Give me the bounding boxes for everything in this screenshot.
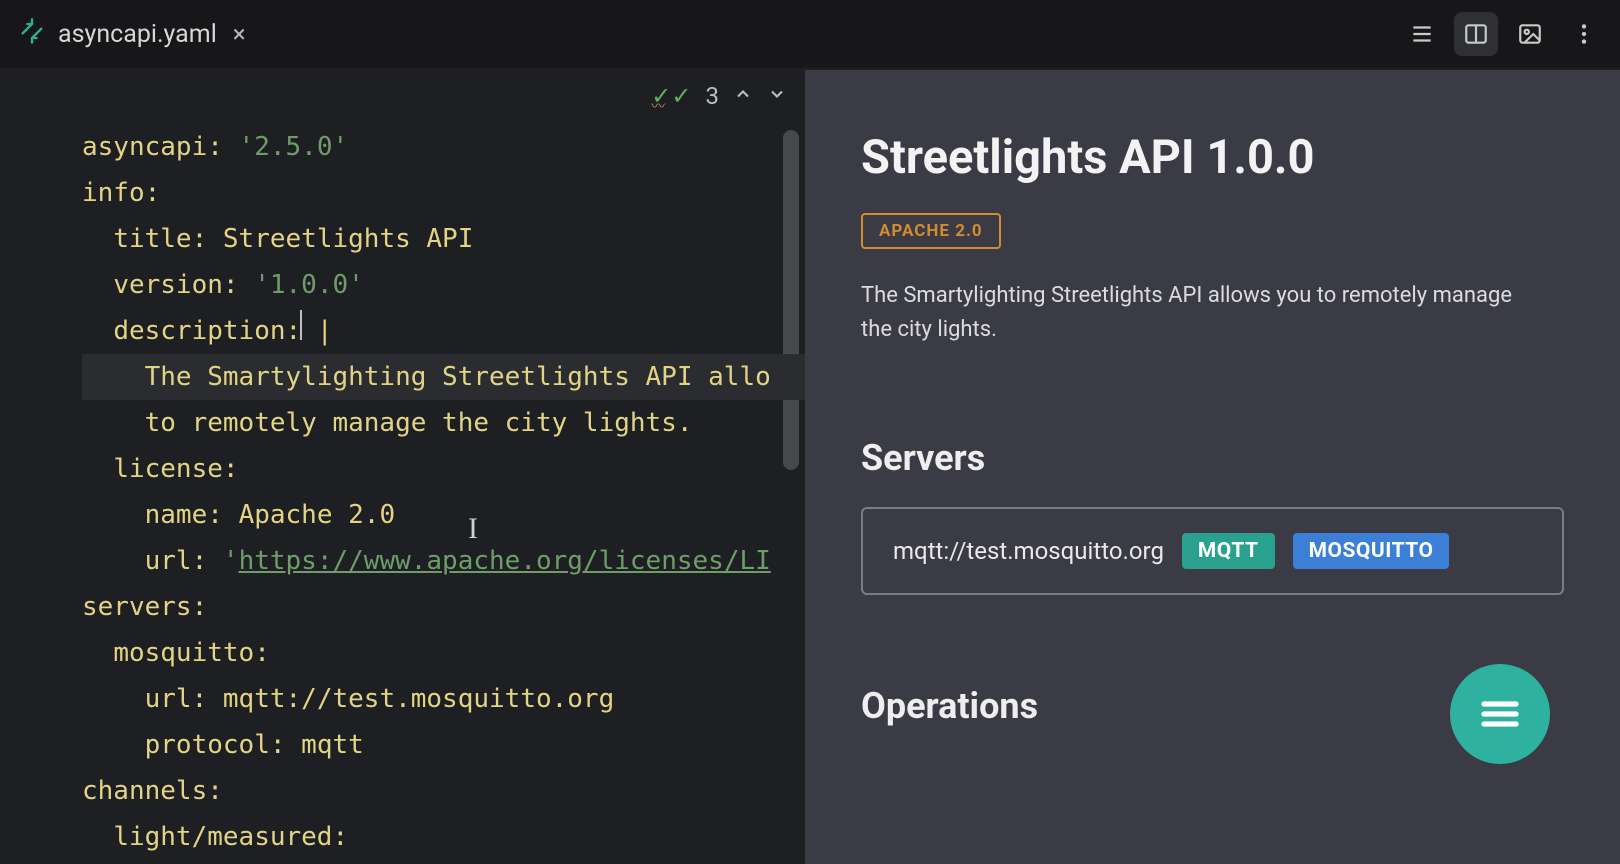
floating-menu-button[interactable] bbox=[1450, 664, 1550, 764]
asyncapi-file-icon bbox=[18, 17, 46, 52]
text-cursor bbox=[300, 310, 302, 340]
preview-title: Streetlights API 1.0.0 bbox=[861, 130, 1564, 185]
license-badge[interactable]: APACHE 2.0 bbox=[861, 213, 1001, 249]
servers-heading: Servers bbox=[861, 437, 1564, 479]
mouse-cursor: I bbox=[468, 512, 478, 546]
split-view-icon[interactable] bbox=[1454, 12, 1498, 56]
editor-gutter bbox=[0, 70, 82, 864]
server-entry[interactable]: mqtt://test.mosquitto.org MQTT MOSQUITTO bbox=[861, 507, 1564, 595]
editor-pane[interactable]: ✓✓〰 3 asyncapi: '2.5.0' info: title: Str… bbox=[0, 70, 805, 864]
more-icon[interactable] bbox=[1562, 12, 1606, 56]
preview-description: The Smartylighting Streetlights API allo… bbox=[861, 279, 1521, 347]
file-tab[interactable]: asyncapi.yaml × bbox=[18, 0, 268, 68]
preview-pane: Streetlights API 1.0.0 APACHE 2.0 The Sm… bbox=[805, 70, 1620, 864]
protocol-chip-mqtt: MQTT bbox=[1182, 533, 1275, 569]
code-content[interactable]: asyncapi: '2.5.0' info: title: Streetlig… bbox=[82, 70, 805, 864]
image-icon[interactable] bbox=[1508, 12, 1552, 56]
close-tab-button[interactable]: × bbox=[229, 16, 250, 52]
tab-filename: asyncapi.yaml bbox=[58, 20, 217, 49]
server-url: mqtt://test.mosquitto.org bbox=[893, 537, 1164, 565]
tab-bar: asyncapi.yaml × bbox=[0, 0, 1620, 70]
server-name-chip: MOSQUITTO bbox=[1293, 533, 1450, 569]
menu-icon[interactable] bbox=[1400, 12, 1444, 56]
